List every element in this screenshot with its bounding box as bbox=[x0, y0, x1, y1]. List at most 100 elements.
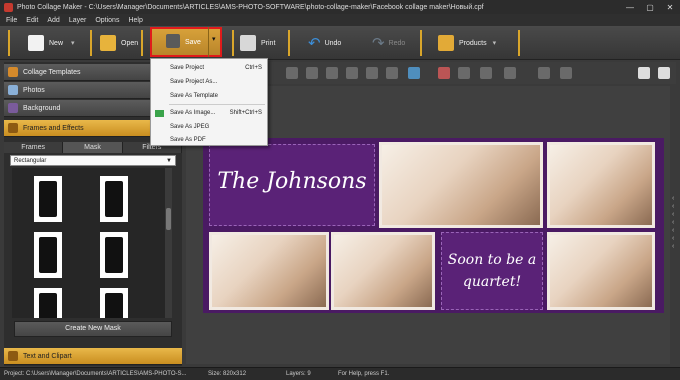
status-bar: Project: C:\Users\Manager\Documents\ARTI… bbox=[0, 367, 680, 380]
kids-photo bbox=[550, 235, 652, 307]
menu-item-label: Save Project bbox=[170, 65, 205, 71]
collage-canvas[interactable]: The Johnsons Soon to be a quartet! bbox=[203, 138, 664, 313]
menu-item-shortcut: Ctrl+S bbox=[245, 65, 262, 71]
magic-wand-icon[interactable] bbox=[504, 67, 516, 79]
floppy-disk-icon bbox=[166, 34, 180, 48]
new-dropdown-icon[interactable]: ▾ bbox=[71, 39, 75, 47]
mask-thumbnail[interactable] bbox=[100, 232, 128, 278]
tab-mask[interactable]: Mask bbox=[63, 142, 123, 153]
section-text-and-clipart[interactable]: Text and Clipart bbox=[4, 348, 182, 365]
window-title: Photo Collage Maker - C:\Users\Manager\D… bbox=[17, 3, 484, 11]
menu-item-label: Save As JPEG bbox=[170, 124, 210, 130]
mask-thumbnail[interactable] bbox=[34, 288, 62, 318]
toolbar-separator bbox=[8, 30, 10, 56]
maximize-button[interactable]: ▢ bbox=[640, 0, 660, 14]
background-icon bbox=[8, 103, 18, 113]
mask-thumbnail[interactable] bbox=[100, 176, 128, 222]
new-label: New bbox=[49, 39, 64, 47]
menu-item-label: Save As Template bbox=[170, 93, 218, 99]
status-help: For Help, press F1. bbox=[338, 371, 390, 377]
remove-page-icon[interactable] bbox=[658, 67, 670, 79]
mask-type-select[interactable]: Rectangular ▼ bbox=[10, 155, 176, 166]
products-button[interactable]: Products ▾ bbox=[438, 29, 496, 57]
menu-item-save-as-jpeg[interactable]: Save As JPEG bbox=[151, 120, 267, 134]
save-dropdown-menu: Save Project Ctrl+S Save Project As... S… bbox=[150, 58, 268, 146]
section-label: Collage Templates bbox=[23, 68, 81, 76]
side-arrows[interactable]: ‹ ‹ ‹ ‹ ‹ ‹ ‹ bbox=[672, 195, 678, 265]
new-document-icon bbox=[28, 35, 44, 51]
add-page-icon[interactable] bbox=[638, 67, 650, 79]
main-toolbar: New ▾ Open Print ↶ Undo ↷ Redo Products … bbox=[0, 26, 680, 60]
crop-icon[interactable] bbox=[458, 67, 470, 79]
menu-item-save-as-image[interactable]: Save As Image... Shift+Ctrl+S bbox=[151, 106, 267, 120]
title-bar: Photo Collage Maker - C:\Users\Manager\D… bbox=[0, 0, 680, 14]
delete-icon[interactable] bbox=[438, 67, 450, 79]
menu-layer[interactable]: Layer bbox=[69, 17, 87, 24]
menu-item-save-project-as[interactable]: Save Project As... bbox=[151, 75, 267, 89]
new-button[interactable]: New ▾ bbox=[28, 29, 75, 57]
menu-options[interactable]: Options bbox=[95, 17, 119, 24]
menu-separator bbox=[169, 104, 265, 105]
menu-item-label: Save As Image... bbox=[170, 110, 216, 116]
export-image-icon bbox=[155, 109, 164, 117]
menu-file[interactable]: File bbox=[6, 17, 17, 24]
flip-icon[interactable] bbox=[366, 67, 378, 79]
settings-icon[interactable] bbox=[560, 67, 572, 79]
minimize-button[interactable]: — bbox=[620, 0, 640, 14]
flip-icon[interactable] bbox=[346, 67, 358, 79]
frames-effects-icon bbox=[8, 123, 18, 133]
align-icon[interactable] bbox=[306, 67, 318, 79]
print-label: Print bbox=[261, 39, 276, 47]
align-icon[interactable] bbox=[286, 67, 298, 79]
gear-icon[interactable] bbox=[538, 67, 550, 79]
photo-cell[interactable] bbox=[547, 142, 655, 228]
menu-item-label: Save As PDF bbox=[170, 137, 206, 143]
menu-item-save-project[interactable]: Save Project Ctrl+S bbox=[151, 61, 267, 75]
mask-thumbnail[interactable] bbox=[34, 176, 62, 222]
menu-item-save-as-template[interactable]: Save As Template bbox=[151, 89, 267, 103]
bed-photo bbox=[334, 235, 432, 307]
save-dropdown-icon: ▾ bbox=[212, 36, 216, 43]
color-fill-icon[interactable] bbox=[408, 67, 420, 79]
mask-thumbnail[interactable] bbox=[34, 232, 62, 278]
status-size: Size: 820x312 bbox=[208, 371, 247, 377]
menu-help[interactable]: Help bbox=[128, 17, 142, 24]
menu-item-save-as-pdf[interactable]: Save As PDF bbox=[151, 133, 267, 147]
window-controls: — ▢ ✕ bbox=[620, 0, 680, 14]
couple-photo bbox=[550, 145, 652, 225]
menu-item-label: Save Project As... bbox=[170, 79, 218, 85]
menu-edit[interactable]: Edit bbox=[26, 17, 38, 24]
mother-daughter-photo bbox=[212, 235, 326, 307]
collage-caption: Soon to be a quartet! bbox=[447, 252, 537, 290]
undo-button[interactable]: ↶ Undo bbox=[308, 29, 341, 57]
save-dropdown-button[interactable]: ▾ bbox=[208, 27, 222, 57]
products-dropdown-icon: ▾ bbox=[492, 40, 497, 47]
menu-add[interactable]: Add bbox=[47, 17, 59, 24]
caption-text-box[interactable]: Soon to be a quartet! bbox=[441, 232, 543, 310]
photo-cell[interactable] bbox=[379, 142, 543, 228]
open-label: Open bbox=[121, 39, 139, 47]
mask-gallery bbox=[12, 168, 170, 318]
close-button[interactable]: ✕ bbox=[660, 0, 680, 14]
section-label: Text and Clipart bbox=[23, 352, 72, 360]
create-new-mask-button[interactable]: Create New Mask bbox=[14, 321, 172, 337]
photo-cell[interactable] bbox=[331, 232, 435, 310]
print-button[interactable]: Print bbox=[240, 29, 275, 57]
section-label: Photos bbox=[23, 86, 45, 94]
products-icon bbox=[438, 35, 454, 51]
mask-gallery-scrollbar[interactable] bbox=[165, 168, 172, 318]
redo-button[interactable]: ↷ Redo bbox=[372, 29, 405, 57]
text-icon bbox=[8, 351, 18, 361]
align-icon[interactable] bbox=[326, 67, 338, 79]
photos-icon bbox=[8, 85, 18, 95]
open-button[interactable]: Open bbox=[100, 29, 138, 57]
tab-frames[interactable]: Frames bbox=[4, 142, 64, 153]
scrollbar-thumb[interactable] bbox=[166, 208, 171, 230]
flip-icon[interactable] bbox=[386, 67, 398, 79]
photo-cell[interactable] bbox=[209, 232, 329, 310]
pen-icon[interactable] bbox=[480, 67, 492, 79]
mask-thumbnail[interactable] bbox=[100, 288, 128, 318]
title-text-box[interactable]: The Johnsons bbox=[209, 144, 375, 226]
menu-bar: File Edit Add Layer Options Help bbox=[0, 14, 680, 26]
photo-cell[interactable] bbox=[547, 232, 655, 310]
